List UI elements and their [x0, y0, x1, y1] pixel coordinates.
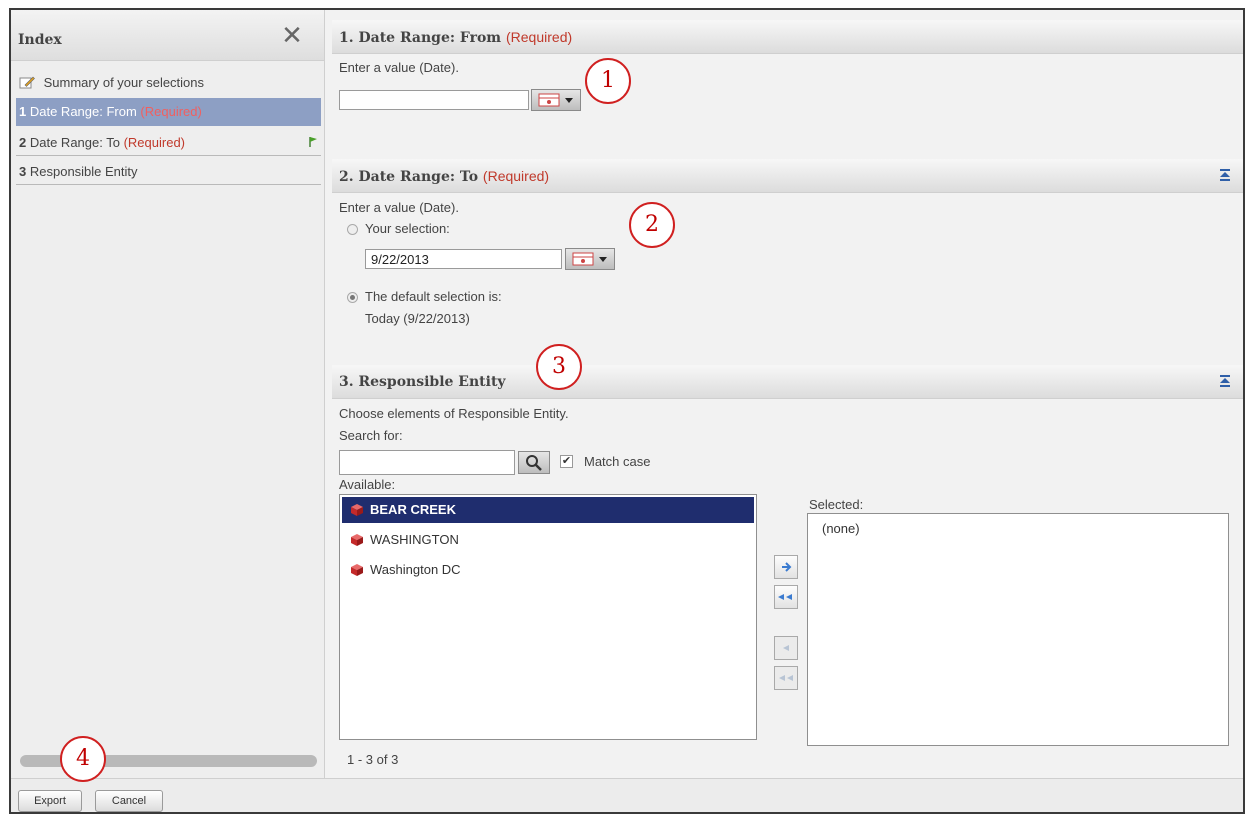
collapse-section-icon[interactable] [1219, 375, 1231, 387]
list-item-label: WASHINGTON [370, 532, 459, 547]
button-bar: Export Cancel [11, 778, 1243, 812]
pencil-icon [19, 76, 35, 89]
search-icon [526, 455, 542, 471]
section-title: 3. Responsible Entity [339, 374, 506, 390]
summary-label: Summary of your selections [43, 75, 205, 90]
required-label: (Required) [123, 135, 186, 150]
double-arrow-right-icon [778, 594, 792, 600]
prompts-panel: 1. Date Range: From (Required) Enter a v… [332, 10, 1243, 778]
cancel-button[interactable]: Cancel [95, 790, 163, 812]
index-item-label: Responsible Entity [29, 164, 138, 179]
cube-icon [351, 564, 363, 576]
your-selection-label: Your selection: [365, 221, 450, 236]
section-title: 1. Date Range: From (Required) [339, 29, 572, 46]
default-selection-value: Today (9/22/2013) [365, 311, 470, 326]
remove-all-button[interactable] [774, 666, 798, 690]
list-item[interactable]: (none) [810, 516, 1226, 542]
index-item-date-from[interactable]: 1 Date Range: From (Required) [16, 98, 321, 126]
export-button[interactable]: Export [18, 790, 82, 812]
list-item-label: BEAR CREEK [370, 502, 456, 517]
entity-prompt: Choose elements of Responsible Entity. [339, 406, 569, 421]
required-label: (Required) [482, 168, 550, 184]
section-title-text: 3. Responsible Entity [339, 374, 506, 390]
section-header-date-from: 1. Date Range: From (Required) [332, 20, 1243, 54]
required-label: (Required) [506, 29, 573, 45]
search-label: Search for: [339, 428, 403, 443]
callout-badge: 1 [585, 58, 631, 104]
default-selection-label: The default selection is: [365, 289, 502, 304]
your-selection-radio[interactable] [347, 224, 358, 235]
index-item-number: 2 [19, 135, 27, 150]
add-button[interactable] [774, 555, 798, 579]
index-item-number: 3 [19, 164, 27, 179]
flag-icon [309, 137, 317, 147]
double-arrow-left-icon [779, 675, 793, 681]
arrow-right-icon [782, 562, 792, 572]
section-title: 2. Date Range: To (Required) [339, 168, 549, 185]
index-item-responsible-entity[interactable]: 3 Responsible Entity [16, 158, 321, 185]
required-label: (Required) [140, 104, 202, 119]
cube-icon [351, 534, 363, 546]
section-title-text: 1. Date Range: From [339, 30, 502, 46]
section-title-text: 2. Date Range: To [339, 169, 479, 185]
date-from-prompt: Enter a value (Date). [339, 60, 459, 75]
selected-label: Selected: [809, 497, 864, 512]
match-case-checkbox[interactable]: ✔ [560, 455, 573, 468]
date-from-input[interactable] [339, 90, 529, 110]
date-to-prompt: Enter a value (Date). [339, 200, 459, 215]
search-input[interactable] [339, 450, 515, 475]
index-item-number: 1 [19, 104, 27, 119]
index-item-date-to[interactable]: 2 Date Range: To (Required) [16, 129, 321, 156]
cube-icon [351, 504, 363, 516]
add-all-button[interactable] [774, 585, 798, 609]
search-button[interactable] [518, 451, 550, 474]
index-item-label: Date Range: From [29, 104, 137, 119]
index-title: Index [18, 32, 62, 48]
prompt-dialog: Index ✕ Summary of your selections 1 Dat… [9, 8, 1245, 814]
callout-badge: 2 [629, 202, 675, 248]
list-item-label: Washington DC [370, 562, 461, 577]
summary-link[interactable]: Summary of your selections [16, 70, 321, 96]
list-item[interactable]: Washington DC [342, 557, 754, 583]
callout-badge: 4 [60, 736, 106, 782]
list-count: 1 - 3 of 3 [347, 752, 399, 767]
index-sidebar: Index ✕ Summary of your selections 1 Dat… [11, 10, 325, 778]
close-icon[interactable]: ✕ [281, 22, 303, 48]
date-to-input[interactable] [365, 249, 562, 269]
selected-list[interactable]: (none) [807, 513, 1229, 746]
date-from-calendar-button[interactable] [531, 89, 581, 111]
date-to-calendar-button[interactable] [565, 248, 615, 270]
list-item[interactable]: WASHINGTON [342, 527, 754, 553]
calendar-icon [572, 252, 607, 266]
arrow-left-icon [783, 645, 789, 651]
section-header-date-to: 2. Date Range: To (Required) [332, 159, 1243, 193]
list-item-label: (none) [822, 521, 860, 536]
section-header-responsible-entity: 3. Responsible Entity [332, 365, 1243, 399]
list-item[interactable]: BEAR CREEK [342, 497, 754, 523]
index-header: Index ✕ [11, 10, 324, 61]
index-item-label: Date Range: To [29, 135, 120, 150]
callout-badge: 3 [536, 344, 582, 390]
calendar-icon [538, 93, 573, 107]
available-list[interactable]: BEAR CREEK WASHINGTON Washington DC [339, 494, 757, 740]
available-label: Available: [339, 477, 396, 492]
collapse-section-icon[interactable] [1219, 169, 1231, 181]
default-selection-radio[interactable] [347, 292, 358, 303]
remove-button[interactable] [774, 636, 798, 660]
match-case-label: Match case [584, 454, 651, 469]
